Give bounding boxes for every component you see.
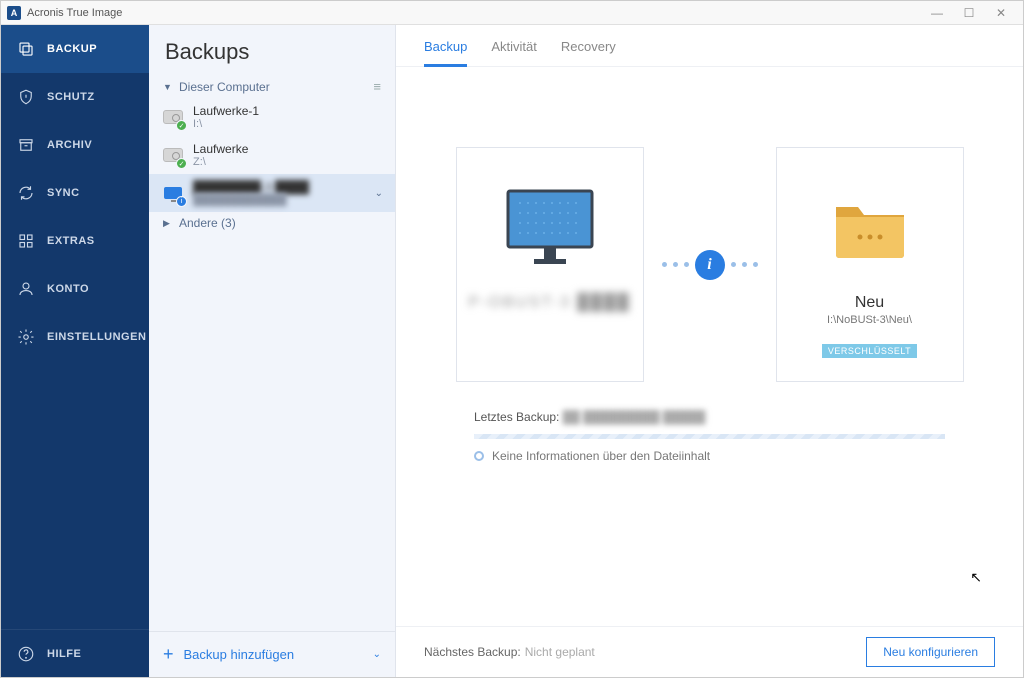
sidebar-item-label: SYNC <box>47 187 80 199</box>
sidebar-item-archive[interactable]: ARCHIV <box>1 121 149 169</box>
sidebar-item-help[interactable]: HILFE <box>1 629 149 677</box>
destination-path: I:\NoBUSt-3\Neu\ <box>827 314 912 326</box>
backup-item-laufwerke[interactable]: ✓ Laufwerke Z:\ <box>149 136 395 174</box>
help-icon <box>15 643 37 665</box>
progress-bar <box>474 434 945 439</box>
list-menu-icon[interactable]: ≡ <box>373 79 381 94</box>
configure-button[interactable]: Neu konfigurieren <box>866 637 995 667</box>
sidebar-item-label: KONTO <box>47 283 89 295</box>
connector: i <box>662 250 758 280</box>
tab-activity[interactable]: Aktivität <box>491 39 537 66</box>
tabs: Backup Aktivität Recovery <box>396 25 1023 67</box>
ok-badge-icon: ✓ <box>176 120 187 131</box>
app-title: Acronis True Image <box>27 7 122 19</box>
chevron-down-icon[interactable]: ⌄ <box>373 649 381 660</box>
backup-item-selected[interactable]: i ████████-3 ████ ████████████ ⌄ <box>149 174 395 212</box>
plus-icon: + <box>163 644 174 665</box>
list-header: Backups <box>149 25 395 75</box>
user-icon <box>15 278 37 300</box>
group-this-computer[interactable]: ▼ Dieser Computer ≡ <box>149 75 395 98</box>
sidebar-item-label: ARCHIV <box>47 139 92 151</box>
sync-icon <box>15 182 37 204</box>
sidebar-item-extras[interactable]: EXTRAS <box>1 217 149 265</box>
sidebar-item-sync[interactable]: SYNC <box>1 169 149 217</box>
sidebar-item-settings[interactable]: EINSTELLUNGEN <box>1 313 149 361</box>
chevron-down-icon: ▼ <box>163 82 175 92</box>
info-line: Keine Informationen über den Dateiinhalt <box>474 449 945 463</box>
sidebar-item-label: SCHUTZ <box>47 91 95 103</box>
last-backup-status: Letztes Backup: ██ █████████ █████ <box>424 410 995 424</box>
group-label: Dieser Computer <box>179 80 270 94</box>
shield-icon <box>15 86 37 108</box>
sidebar-item-label: EINSTELLUNGEN <box>47 331 146 343</box>
sidebar-help-label: HILFE <box>47 648 81 660</box>
backup-list-column: Backups ▼ Dieser Computer ≡ ✓ Laufwerke-… <box>149 25 396 677</box>
backup-title: Laufwerke <box>193 142 383 156</box>
tab-recovery[interactable]: Recovery <box>561 39 616 66</box>
backup-icon <box>15 38 37 60</box>
destination-card[interactable]: Neu I:\NoBUSt-3\Neu\ VERSCHLÜSSELT <box>776 147 964 382</box>
group-other-label: Andere (3) <box>179 216 236 230</box>
folder-icon <box>830 178 910 278</box>
info-ring-icon <box>474 451 484 461</box>
last-backup-value: ██ █████████ █████ <box>563 410 706 424</box>
backup-path: Z:\ <box>193 156 383 168</box>
info-badge-icon: i <box>176 196 187 207</box>
main-panel: Backup Aktivität Recovery P-OBUST-3 ████… <box>396 25 1023 677</box>
sidebar-item-protection[interactable]: SCHUTZ <box>1 73 149 121</box>
monitor-icon: i <box>161 181 185 205</box>
backup-item-laufwerke-1[interactable]: ✓ Laufwerke-1 I:\ <box>149 98 395 136</box>
chevron-down-icon[interactable]: ⌄ <box>375 188 383 199</box>
titlebar: A Acronis True Image — ☐ ✕ <box>1 1 1023 25</box>
sidebar-item-label: BACKUP <box>47 43 97 55</box>
next-backup-label: Nächstes Backup: <box>424 645 521 659</box>
backup-title: ████████-3 ████ <box>193 180 375 194</box>
sidebar-item-account[interactable]: KONTO <box>1 265 149 313</box>
disk-icon: ✓ <box>161 105 185 129</box>
add-backup-button[interactable]: + Backup hinzufügen ⌄ <box>149 631 395 677</box>
minimize-button[interactable]: — <box>921 6 953 20</box>
sidebar-item-label: EXTRAS <box>47 235 95 247</box>
destination-title: Neu <box>855 294 884 312</box>
disk-icon: ✓ <box>161 143 185 167</box>
app-icon: A <box>7 6 21 20</box>
info-text: Keine Informationen über den Dateiinhalt <box>492 449 710 463</box>
backup-path: I:\ <box>193 118 383 130</box>
maximize-button[interactable]: ☐ <box>953 6 985 20</box>
footer: Nächstes Backup: Nicht geplant Neu konfi… <box>396 626 1023 677</box>
backup-title: Laufwerke-1 <box>193 104 383 118</box>
archive-icon <box>15 134 37 156</box>
group-other[interactable]: ▶ Andere (3) <box>149 212 395 234</box>
close-button[interactable]: ✕ <box>985 6 1017 20</box>
sidebar: BACKUP SCHUTZ ARCHIV SYNC EXTRAS KONTO <box>1 25 149 677</box>
chevron-right-icon: ▶ <box>163 218 175 229</box>
add-backup-label: Backup hinzufügen <box>184 647 295 662</box>
sidebar-item-backup[interactable]: BACKUP <box>1 25 149 73</box>
monitor-icon <box>500 178 600 278</box>
source-title: P-OBUST-3 ████ <box>468 294 630 312</box>
backup-path: ████████████ <box>193 194 375 206</box>
source-card[interactable]: P-OBUST-3 ████ <box>456 147 644 382</box>
last-backup-label: Letztes Backup: <box>474 410 559 424</box>
encrypted-badge: VERSCHLÜSSELT <box>822 344 917 358</box>
next-backup-value: Nicht geplant <box>525 645 595 659</box>
grid-icon <box>15 230 37 252</box>
gear-icon <box>15 326 37 348</box>
info-icon[interactable]: i <box>695 250 725 280</box>
ok-badge-icon: ✓ <box>176 158 187 169</box>
tab-backup[interactable]: Backup <box>424 39 467 67</box>
